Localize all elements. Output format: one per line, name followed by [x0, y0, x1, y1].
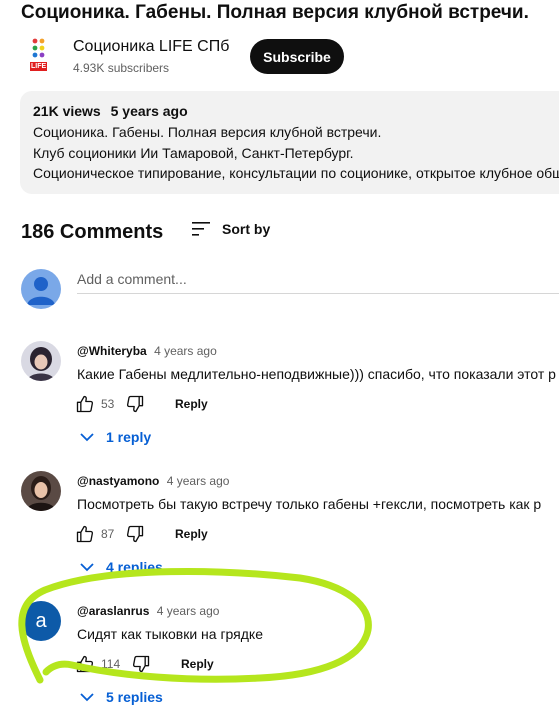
description-line: Соционика. Габены. Полная версия клубной…: [33, 124, 382, 140]
view-replies-button[interactable]: 1 reply: [80, 429, 151, 445]
comment-avatar[interactable]: [21, 341, 61, 381]
sort-icon: [192, 222, 210, 236]
replies-count: 4 replies: [106, 559, 163, 575]
like-icon[interactable]: [75, 654, 95, 674]
reply-button[interactable]: Reply: [175, 397, 208, 411]
comment-header: @nastyamono 4 years ago: [77, 474, 229, 488]
comment-time[interactable]: 4 years ago: [157, 604, 220, 618]
sort-by-label: Sort by: [222, 221, 271, 237]
reply-button[interactable]: Reply: [181, 657, 214, 671]
description-line: Клуб соционики Ии Тамаровой, Санкт-Петер…: [33, 145, 354, 161]
comment-author[interactable]: @nastyamono: [77, 474, 159, 488]
like-icon[interactable]: [75, 394, 95, 414]
like-count: 114: [101, 657, 121, 671]
comment-text: Какие Габены медлительно-неподвижные))) …: [77, 366, 556, 382]
comment-author[interactable]: @Whiteryba: [77, 344, 147, 358]
view-replies-button[interactable]: 4 replies: [80, 559, 163, 575]
comment-time[interactable]: 4 years ago: [167, 474, 230, 488]
user-avatar: [21, 269, 61, 309]
sort-by-button[interactable]: Sort by: [192, 218, 270, 240]
comments-count: 186 Comments: [21, 221, 164, 243]
comment-text: Посмотреть бы такую встречу только габен…: [77, 496, 542, 512]
like-icon[interactable]: [75, 524, 95, 544]
view-replies-button[interactable]: 5 replies: [80, 689, 163, 705]
add-comment-input[interactable]: Add a comment...: [77, 271, 559, 294]
comment-time[interactable]: 4 years ago: [154, 344, 217, 358]
like-count: 53: [101, 397, 115, 411]
replies-count: 5 replies: [106, 689, 163, 705]
view-count: 21K views: [33, 103, 101, 119]
chevron-down-icon: [80, 433, 94, 442]
dislike-icon[interactable]: [125, 394, 145, 414]
channel-name[interactable]: Соционика LIFE СПб: [73, 38, 229, 56]
description-box[interactable]: 21K views 5 years ago Соционика. Габены.…: [20, 91, 559, 194]
comment-avatar[interactable]: [21, 471, 61, 511]
chevron-down-icon: [80, 563, 94, 572]
comment-header: @Whiteryba 4 years ago: [77, 344, 217, 358]
channel-logo[interactable]: LIFE: [26, 37, 56, 75]
replies-count: 1 reply: [106, 429, 152, 445]
dislike-icon[interactable]: [125, 524, 145, 544]
comment-avatar[interactable]: a: [21, 601, 61, 641]
reply-button[interactable]: Reply: [175, 527, 208, 541]
avatar-letter: a: [35, 609, 47, 632]
subscriber-count: 4.93K subscribers: [73, 61, 170, 75]
like-count: 87: [101, 527, 115, 541]
comment-header: @araslanrus 4 years ago: [77, 604, 219, 618]
comment-author[interactable]: @araslanrus: [77, 604, 149, 618]
dislike-icon[interactable]: [131, 654, 151, 674]
description-meta: 21K views 5 years ago: [33, 103, 194, 119]
chevron-down-icon: [80, 693, 94, 702]
video-title: Соционика. Габены. Полная версия клубной…: [21, 2, 529, 23]
subscribe-button[interactable]: Subscribe: [250, 39, 344, 74]
user-silhouette-icon: [27, 277, 55, 305]
description-line: Соционическое типирование, консультации …: [33, 165, 559, 181]
comment-actions: 114 Reply: [75, 653, 214, 675]
comment-text: Сидят как тыковки на грядке: [77, 626, 263, 642]
comment-actions: 53 Reply: [75, 393, 208, 415]
upload-age: 5 years ago: [110, 103, 188, 119]
comment-actions: 87 Reply: [75, 523, 208, 545]
channel-logo-text: LIFE: [31, 63, 47, 70]
